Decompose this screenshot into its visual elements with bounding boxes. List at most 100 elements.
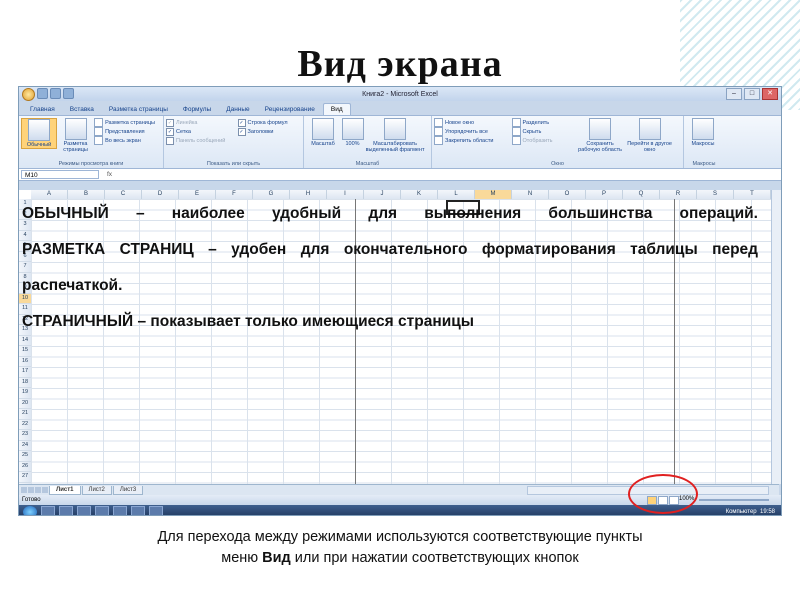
taskbar-app-icon[interactable] (131, 506, 145, 515)
ruler-label: Линейка (176, 119, 198, 126)
split-button[interactable]: Разделить (511, 118, 574, 127)
row-header[interactable]: 22 (19, 420, 31, 430)
maximize-button[interactable]: □ (744, 88, 760, 100)
status-text: Готово (22, 497, 41, 503)
normal-view-button[interactable]: Обычный (21, 118, 57, 149)
next-sheet-icon[interactable] (35, 487, 41, 493)
new-window-label: Новое окно (445, 119, 475, 126)
close-button[interactable]: ✕ (762, 88, 778, 100)
row-header[interactable]: 18 (19, 378, 31, 388)
zoom-selection-button[interactable]: Масштабировать выделенный фрагмент (365, 118, 425, 153)
zoom-button[interactable]: Масштаб (306, 118, 340, 147)
magnifier-icon (312, 118, 334, 140)
first-sheet-icon[interactable] (21, 487, 27, 493)
group-name: Масштаб (355, 161, 380, 167)
page-layout-button[interactable]: Разметка страницы (59, 118, 93, 153)
checkbox-icon (166, 136, 174, 145)
slide-caption: Для перехода между режимами используются… (0, 527, 800, 569)
macros-icon (692, 118, 714, 140)
taskbar-app-icon[interactable] (95, 506, 109, 515)
sheet-tab-3[interactable]: Лист3 (112, 485, 144, 495)
save-workspace-button[interactable]: Сохранить рабочую область (575, 118, 625, 153)
taskbar-app-icon[interactable] (113, 506, 127, 515)
paragraph-normal: ОБЫЧНЫЙ – наиболее удобный для выполнени… (22, 205, 758, 222)
unhide-label: Отобразить (522, 137, 553, 144)
tab-insert[interactable]: Вставка (63, 104, 101, 115)
vertical-scrollbar[interactable] (771, 190, 781, 484)
taskbar-app-icon[interactable] (149, 506, 163, 515)
row-header[interactable]: 25 (19, 451, 31, 462)
prev-sheet-icon[interactable] (28, 487, 34, 493)
sheet-tab-1[interactable]: Лист1 (49, 485, 81, 495)
page-break-preview-button[interactable]: Разметка страницы (94, 118, 155, 127)
row-header[interactable]: 27 (19, 472, 31, 483)
group-show-hide: ✓ Линейка ✓ Сетка Панель сообщений ✓ Строка… (164, 116, 304, 168)
page-layout-label: Разметка страницы (63, 141, 88, 153)
ribbon: Обычный Разметка страницы Разметка стран… (19, 115, 781, 169)
macros-label: Макросы (691, 141, 715, 147)
arrange-all-label: Упорядочить все (445, 128, 488, 135)
full-screen-label: Во весь экран (105, 137, 141, 144)
show-col1: ✓ Линейка ✓ Сетка Панель сообщений (166, 118, 236, 145)
full-screen-button[interactable]: Во весь экран (94, 136, 155, 145)
headings-checkbox[interactable]: ✓ Заголовки (237, 127, 288, 136)
formula-bar: M10 fx (19, 169, 781, 181)
taskbar-app-icon[interactable] (77, 506, 91, 515)
row-header[interactable]: 21 (19, 409, 31, 420)
row-header[interactable]: 17 (19, 367, 31, 378)
sheet-tab-2[interactable]: Лист2 (81, 485, 112, 495)
unhide-button[interactable]: Отобразить (511, 136, 574, 145)
last-sheet-icon[interactable] (42, 487, 48, 493)
taskbar-app-icon[interactable] (41, 506, 55, 515)
tab-home[interactable]: Главная (23, 104, 62, 115)
zoom-selection-label: Масштабировать выделенный фрагмент (365, 141, 425, 153)
switch-windows-button[interactable]: Перейти в другое окно (627, 118, 673, 153)
overlay-text: ОБЫЧНЫЙ – наиболее удобный для выполнени… (22, 196, 758, 340)
zoom-100-label: 100% (345, 141, 360, 147)
row-header[interactable]: 19 (19, 388, 31, 399)
custom-views-button[interactable]: Представления (94, 127, 155, 136)
tab-formulas[interactable]: Формулы (176, 104, 218, 115)
custom-views-label: Представления (105, 128, 145, 135)
switch-windows-label: Перейти в другое окно (627, 141, 672, 153)
sheet-nav-buttons (21, 487, 48, 493)
arrange-all-button[interactable]: Упорядочить все (434, 127, 510, 136)
group-window: Новое окно Упорядочить все Закрепить обл… (432, 116, 684, 168)
tray-text: Компьютер (725, 509, 757, 515)
caption-text: меню (221, 550, 263, 566)
tab-review[interactable]: Рецензирование (258, 104, 322, 115)
message-bar-checkbox[interactable]: Панель сообщений (166, 136, 236, 145)
split-icon (511, 118, 521, 127)
zoom-slider[interactable] (699, 499, 769, 501)
name-box[interactable]: M10 (21, 170, 99, 179)
row-header[interactable]: 15 (19, 346, 31, 357)
window-title: Книга2 - Microsoft Excel (362, 90, 438, 98)
row-header[interactable]: 24 (19, 441, 31, 451)
row-header[interactable]: 26 (19, 462, 31, 472)
tab-page-layout[interactable]: Разметка страницы (102, 104, 175, 115)
ruler-checkbox[interactable]: ✓ Линейка (166, 118, 236, 127)
row-header[interactable]: 20 (19, 399, 31, 409)
window-col1: Новое окно Упорядочить все Закрепить обл… (434, 118, 510, 145)
checkbox-icon: ✓ (166, 118, 174, 127)
row-header[interactable]: 23 (19, 430, 31, 441)
row-header[interactable]: 16 (19, 357, 31, 367)
title-bar: Книга2 - Microsoft Excel – □ ✕ (19, 87, 781, 101)
group-macros: Макросы Макросы (684, 116, 724, 168)
system-tray: Компьютер 19:58 (726, 509, 775, 515)
zoom-100-button[interactable]: 100% (341, 118, 364, 147)
start-button-icon[interactable] (23, 506, 37, 515)
macros-button[interactable]: Макросы (686, 118, 720, 147)
hide-button[interactable]: Скрыть (511, 127, 574, 136)
tab-view[interactable]: Вид (322, 103, 351, 115)
minimize-button[interactable]: – (726, 88, 742, 100)
taskbar-app-icon[interactable] (59, 506, 73, 515)
tab-data[interactable]: Данные (219, 104, 256, 115)
freeze-icon (434, 136, 443, 145)
formula-bar-checkbox[interactable]: ✓ Строка формул (237, 118, 288, 127)
unhide-icon (511, 136, 521, 145)
new-window-button[interactable]: Новое окно (434, 118, 510, 127)
gridlines-checkbox[interactable]: ✓ Сетка (166, 127, 236, 136)
fx-icon[interactable]: fx (107, 171, 112, 178)
freeze-panes-button[interactable]: Закрепить области (434, 136, 510, 145)
